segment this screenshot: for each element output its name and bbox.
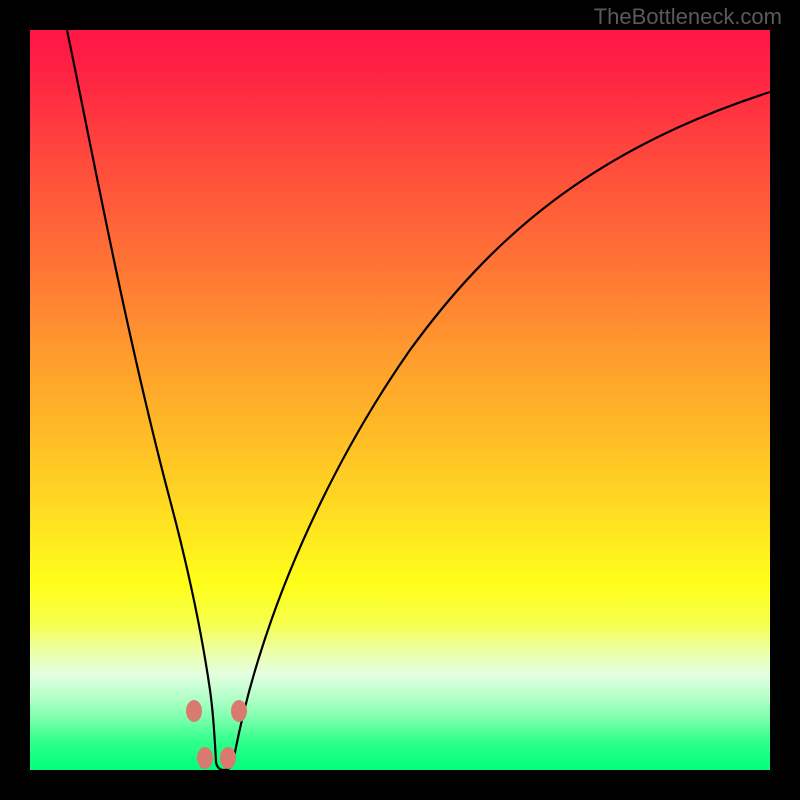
curve-marker [197, 747, 213, 769]
curve-marker [186, 700, 202, 722]
chart-area [30, 30, 770, 770]
curve-marker [220, 747, 236, 769]
bottleneck-curve-path [67, 30, 770, 770]
chart-svg [30, 30, 770, 770]
curve-marker [231, 700, 247, 722]
watermark-text: TheBottleneck.com [594, 4, 782, 30]
